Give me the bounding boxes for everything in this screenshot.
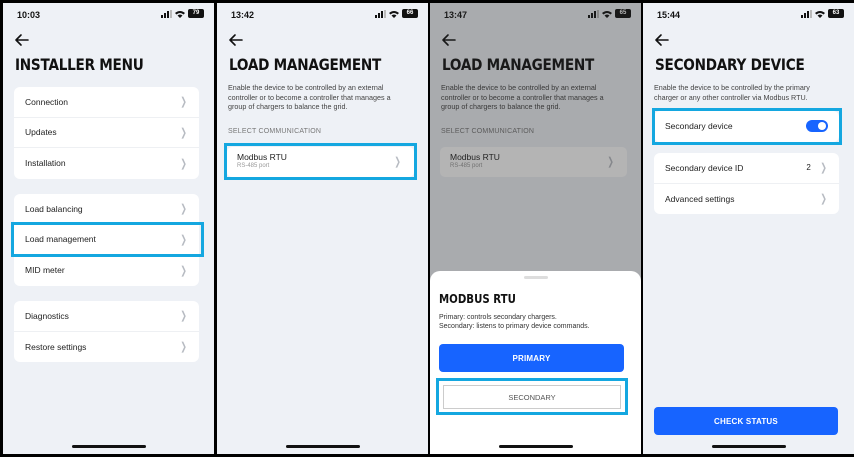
modbus-bottom-sheet: MODBUS RTU Primary: controls secondary c…	[430, 271, 641, 454]
home-indicator	[711, 445, 786, 448]
page-description: Enable the device to be controlled by an…	[228, 83, 391, 111]
device-id-label: Secondary device ID	[665, 162, 744, 173]
menu-item-diagnostics[interactable]: Diagnostics ❯	[14, 301, 199, 332]
sheet-title: MODBUS RTU	[439, 292, 516, 306]
chevron-right-icon: ❯	[180, 96, 187, 109]
menu-item-label: Updates	[25, 127, 57, 138]
page-title: INSTALLER MENU	[15, 55, 144, 74]
advanced-settings-label: Advanced settings	[665, 193, 735, 204]
signal-icon	[375, 9, 386, 18]
highlight-secondary-button	[436, 378, 628, 415]
wifi-icon	[815, 10, 825, 18]
page-title: LOAD MANAGEMENT	[229, 55, 382, 74]
back-arrow-icon[interactable]	[13, 31, 31, 49]
battery-icon: 79	[188, 9, 204, 18]
signal-icon	[161, 9, 172, 18]
wifi-icon	[389, 10, 399, 18]
menu-item-mid-meter[interactable]: MID meter ❯	[14, 255, 199, 286]
status-time: 10:03	[17, 10, 41, 20]
menu-item-label: Connection	[25, 96, 69, 107]
status-bar: 13:42 66	[217, 3, 428, 25]
secondary-settings-card: Secondary device ID 2 ❯ Advanced setting…	[654, 153, 839, 214]
chevron-right-icon: ❯	[180, 264, 187, 277]
chevron-right-icon: ❯	[180, 310, 187, 323]
signal-icon	[801, 9, 812, 18]
chevron-right-icon: ❯	[180, 126, 187, 139]
menu-group-3: Diagnostics ❯ Restore settings ❯	[14, 301, 199, 362]
status-bar: 15:44 63	[643, 3, 854, 25]
chevron-right-icon: ❯	[820, 193, 827, 206]
menu-item-label: Load balancing	[25, 203, 83, 214]
battery-icon: 63	[828, 9, 844, 18]
menu-item-updates[interactable]: Updates ❯	[14, 118, 199, 148]
menu-item-installation[interactable]: Installation ❯	[14, 148, 199, 179]
chevron-right-icon: ❯	[180, 341, 187, 354]
chevron-right-icon: ❯	[820, 162, 827, 175]
menu-item-label: Restore settings	[25, 341, 87, 352]
back-arrow-icon[interactable]	[653, 31, 671, 49]
section-label: SELECT COMMUNICATION	[228, 128, 322, 135]
menu-item-label: Installation	[25, 158, 66, 169]
page-title: SECONDARY DEVICE	[655, 55, 805, 74]
highlight-load-management	[11, 222, 204, 257]
sheet-grabber[interactable]	[523, 276, 548, 279]
chevron-right-icon: ❯	[180, 157, 187, 170]
primary-button[interactable]: PRIMARY	[439, 344, 624, 372]
home-indicator	[285, 445, 360, 448]
load-management-screen: 13:42 66 LOAD MANAGEMENT Enable the devi…	[217, 3, 428, 454]
wifi-icon	[175, 10, 185, 18]
status-time: 13:42	[231, 10, 255, 20]
highlight-modbus-rtu	[224, 143, 417, 180]
advanced-settings-row[interactable]: Advanced settings ❯	[654, 184, 839, 215]
secondary-device-screen: 15:44 63 SECONDARY DEVICE Enable the dev…	[643, 3, 854, 454]
menu-item-restore-settings[interactable]: Restore settings ❯	[14, 332, 199, 363]
menu-item-label: Diagnostics	[25, 310, 69, 321]
home-indicator	[71, 445, 146, 448]
menu-item-load-balancing[interactable]: Load balancing ❯	[14, 194, 199, 225]
secondary-device-id-row[interactable]: Secondary device ID 2 ❯	[654, 153, 839, 184]
highlight-secondary-toggle	[652, 108, 842, 145]
status-bar: 10:03 79	[3, 3, 214, 25]
sheet-description: Primary: controls secondary chargers. Se…	[439, 313, 590, 331]
chevron-right-icon: ❯	[180, 203, 187, 216]
status-time: 15:44	[657, 10, 681, 20]
check-status-button[interactable]: CHECK STATUS	[654, 407, 838, 435]
battery-icon: 66	[402, 9, 418, 18]
page-description: Enable the device to be controlled by th…	[654, 83, 810, 102]
sheet-line-primary: Primary: controls secondary chargers.	[439, 314, 557, 321]
menu-item-label: MID meter	[25, 265, 65, 276]
load-management-sheet-screen: 13:47 65 LOAD MANAGEMENT Enable the devi…	[430, 3, 641, 454]
device-id-value: 2	[806, 163, 811, 173]
sheet-line-secondary: Secondary: listens to primary device com…	[439, 323, 590, 330]
installer-menu-screen: 10:03 79 INSTALLER MENU Connection ❯ Upda…	[3, 3, 214, 454]
back-arrow-icon[interactable]	[227, 31, 245, 49]
home-indicator	[498, 445, 573, 448]
menu-group-1: Connection ❯ Updates ❯ Installation ❯	[14, 87, 199, 179]
menu-item-connection[interactable]: Connection ❯	[14, 87, 199, 118]
